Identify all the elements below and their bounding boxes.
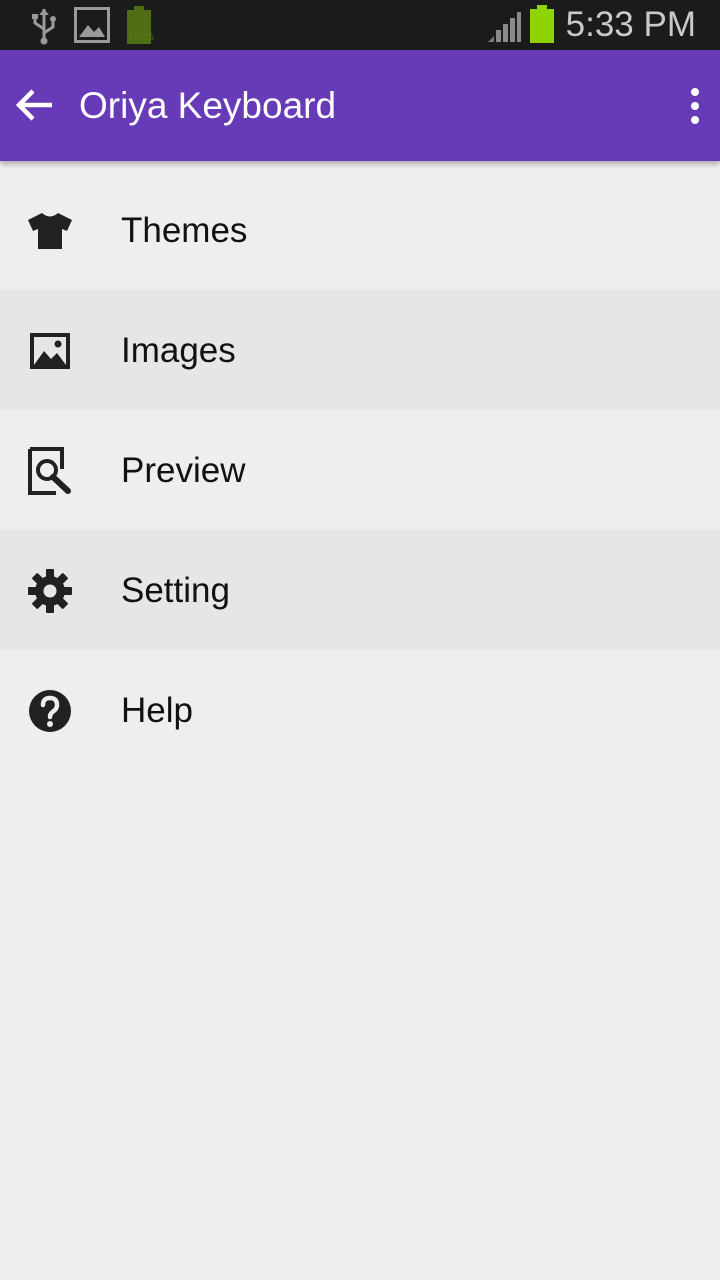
- gear-icon: [28, 569, 72, 613]
- menu-label: Setting: [121, 571, 230, 610]
- back-arrow-icon: [15, 89, 52, 121]
- overflow-menu-button[interactable]: [680, 82, 710, 130]
- usb-icon: [32, 9, 56, 45]
- more-vert-icon: [691, 88, 699, 124]
- menu-item-preview[interactable]: Preview: [0, 410, 720, 530]
- signal-icon: [488, 12, 521, 42]
- menu-label: Preview: [121, 451, 246, 490]
- app-bar: Oriya Keyboard: [0, 50, 720, 161]
- menu-item-setting[interactable]: Setting: [0, 530, 720, 650]
- image-icon: [30, 333, 70, 369]
- menu-label: Themes: [121, 211, 248, 250]
- gallery-icon: [74, 7, 110, 43]
- menu-item-themes[interactable]: Themes: [0, 170, 720, 290]
- battery-icon: [530, 5, 554, 43]
- back-button[interactable]: [10, 80, 60, 130]
- menu-label: Images: [121, 331, 236, 370]
- help-icon: [29, 690, 71, 732]
- menu-item-help[interactable]: Help: [0, 650, 720, 770]
- clock: 5:33 PM: [565, 5, 696, 44]
- tshirt-icon: [28, 213, 72, 249]
- battery-small-text: 100%: [128, 32, 154, 43]
- preview-search-icon: [28, 447, 71, 495]
- status-bar: 100% 5:33 PM: [0, 0, 720, 50]
- menu-item-images[interactable]: Images: [0, 290, 720, 410]
- menu-label: Help: [121, 691, 193, 730]
- app-title: Oriya Keyboard: [79, 85, 337, 126]
- menu-list: Themes Images Preview Setting Help: [0, 170, 720, 770]
